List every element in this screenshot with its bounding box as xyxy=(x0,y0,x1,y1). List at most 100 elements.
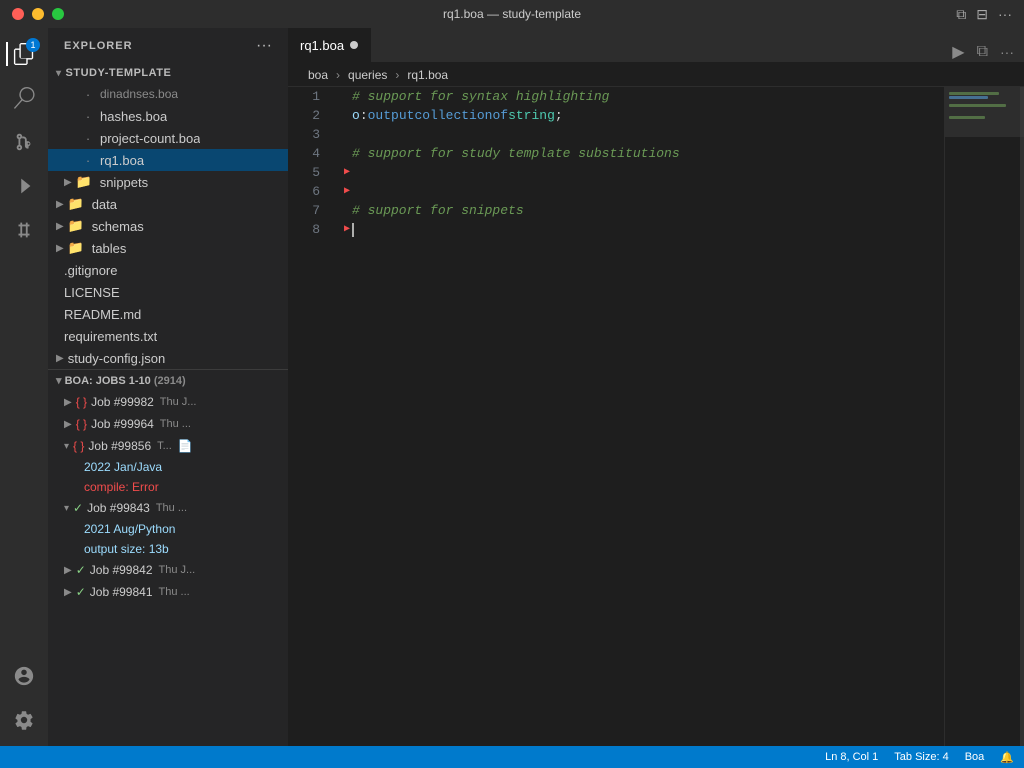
more-actions-icon[interactable]: ··· xyxy=(1000,44,1014,60)
file-label: README.md xyxy=(64,307,141,322)
status-tab-size[interactable]: Tab Size: 4 xyxy=(894,751,948,763)
job-date: T... xyxy=(157,440,172,452)
extensions-icon xyxy=(13,219,35,241)
sidebar-header-icons: ··· xyxy=(256,37,272,55)
tree-item-gitignore[interactable]: .gitignore xyxy=(48,259,288,281)
job-date: Thu J... xyxy=(159,564,196,576)
status-bell[interactable]: 🔔 xyxy=(1000,751,1014,764)
study-template-section[interactable]: ▾ STUDY-TEMPLATE xyxy=(48,63,288,83)
token-comment: # support for syntax highlighting xyxy=(352,87,609,106)
folder-icon: 📁 xyxy=(68,240,84,256)
boa-jobs-title: BOA: JOBS 1-10 xyxy=(62,375,154,387)
job-99982[interactable]: ▶ { } Job #99982 Thu J... xyxy=(48,391,288,413)
tree-item-dinadnses[interactable]: · dinadnses.boa xyxy=(48,83,288,105)
code-area[interactable]: # support for syntax highlighting o: out… xyxy=(336,87,944,746)
tree-item-project-count[interactable]: · project-count.boa xyxy=(48,127,288,149)
split-editor-icon[interactable]: ⧉ xyxy=(956,6,966,23)
tree-item-hashes[interactable]: · hashes.boa xyxy=(48,105,288,127)
tree-item-tables[interactable]: ▶ 📁 tables xyxy=(48,237,288,259)
file-label: hashes.boa xyxy=(100,109,167,124)
tree-item-study-config[interactable]: ▶ study-config.json xyxy=(48,347,288,369)
folder-chevron: ▶ xyxy=(64,177,72,188)
activity-bar: 1 xyxy=(0,28,48,746)
mini-line-2 xyxy=(949,96,988,99)
gutter-1 xyxy=(344,87,352,106)
job-label: Job #99982 xyxy=(91,395,154,409)
job-99964[interactable]: ▶ { } Job #99964 Thu ... xyxy=(48,413,288,435)
new-file-icon[interactable]: ··· xyxy=(256,37,272,55)
activity-run-debug[interactable] xyxy=(6,168,42,204)
code-line-4: # support for study template substitutio… xyxy=(336,144,944,163)
folder-label: schemas xyxy=(92,219,144,234)
tree-item-rq1[interactable]: · rq1.boa xyxy=(48,149,288,171)
minimap xyxy=(944,87,1024,746)
activity-explorer[interactable]: 1 xyxy=(6,36,42,72)
boa-jobs-section: ▾ BOA: JOBS 1-10 (2914) ▶ { } Job #99982… xyxy=(48,369,288,603)
mini-line-8 xyxy=(949,120,1020,123)
activity-source-control[interactable] xyxy=(6,124,42,160)
breadcrumb-queries[interactable]: queries xyxy=(348,68,387,82)
token-comment: # support for snippets xyxy=(352,201,524,220)
source-control-icon xyxy=(13,131,35,153)
settings-icon xyxy=(13,709,35,731)
tab-rq1-boa[interactable]: rq1.boa xyxy=(288,28,371,62)
job-status-icon: ✓ xyxy=(76,585,86,599)
code-line-6: ▶ xyxy=(336,182,944,201)
job-date: Thu ... xyxy=(159,586,190,598)
job-99843[interactable]: ▾ ✓ Job #99843 Thu ... xyxy=(48,497,288,519)
token-kw3: of xyxy=(492,106,508,125)
breadcrumb-file[interactable]: rq1.boa xyxy=(407,68,448,82)
split-editor-icon[interactable]: ⧉ xyxy=(977,43,988,61)
run-icon[interactable]: ▶ xyxy=(952,42,964,62)
status-language[interactable]: Boa xyxy=(965,751,985,763)
job-status-icon: { } xyxy=(76,395,87,409)
mini-line-1 xyxy=(949,92,999,95)
main-layout: 1 xyxy=(0,28,1024,746)
job-date: Thu ... xyxy=(160,418,191,430)
tree-item-requirements[interactable]: requirements.txt xyxy=(48,325,288,347)
tree-item-snippets[interactable]: ▶ 📁 snippets xyxy=(48,171,288,193)
maximize-button[interactable] xyxy=(52,8,64,20)
file-label: requirements.txt xyxy=(64,329,157,344)
code-line-1: # support for syntax highlighting xyxy=(336,87,944,106)
token-kw2: collection xyxy=(414,106,492,125)
explorer-title: EXPLORER xyxy=(64,40,133,52)
status-right: Ln 8, Col 1 Tab Size: 4 Boa 🔔 xyxy=(825,751,1014,764)
job-99856[interactable]: ▾ { } Job #99856 T... 📄 xyxy=(48,435,288,457)
tree-item-data[interactable]: ▶ 📁 data xyxy=(48,193,288,215)
editor-content: 1 2 3 4 5 6 7 8 # support for syntax hig… xyxy=(288,87,1024,746)
job-label: Job #99843 xyxy=(87,501,150,515)
tree-item-schemas[interactable]: ▶ 📁 schemas xyxy=(48,215,288,237)
job-99841[interactable]: ▶ ✓ Job #99841 Thu ... xyxy=(48,581,288,603)
file-label: dinadnses.boa xyxy=(100,87,178,101)
activity-settings[interactable] xyxy=(6,702,42,738)
gutter-2 xyxy=(344,106,352,125)
folder-label: tables xyxy=(92,241,127,256)
folder-icon: 📁 xyxy=(68,218,84,234)
more-actions-icon[interactable]: ··· xyxy=(998,6,1012,22)
boa-jobs-header[interactable]: ▾ BOA: JOBS 1-10 (2914) xyxy=(48,370,288,391)
activity-account[interactable] xyxy=(6,658,42,694)
breadcrumb-boa[interactable]: boa xyxy=(308,68,328,82)
gutter-5: ▶ xyxy=(344,163,352,182)
tab-dirty-indicator xyxy=(350,41,358,49)
tree-item-readme[interactable]: README.md xyxy=(48,303,288,325)
tree-item-license[interactable]: LICENSE xyxy=(48,281,288,303)
job-99843-sub2: output size: 13b xyxy=(48,539,288,559)
job-label: Job #99842 xyxy=(90,563,153,577)
title-bar: rq1.boa — study-template ⧉ ⊟ ··· xyxy=(0,0,1024,28)
job-chevron: ▶ xyxy=(64,419,72,430)
file-label: LICENSE xyxy=(64,285,120,300)
activity-extensions[interactable] xyxy=(6,212,42,248)
title-right-icons: ⧉ ⊟ ··· xyxy=(956,6,1012,23)
folder-chevron: ▶ xyxy=(56,221,64,232)
token-var: o xyxy=(352,106,360,125)
minimize-button[interactable] xyxy=(32,8,44,20)
activity-search[interactable] xyxy=(6,80,42,116)
layout-icon[interactable]: ⊟ xyxy=(976,6,988,23)
explorer-badge: 1 xyxy=(26,38,40,52)
file-label: project-count.boa xyxy=(100,131,200,146)
job-99842[interactable]: ▶ ✓ Job #99842 Thu J... xyxy=(48,559,288,581)
status-position[interactable]: Ln 8, Col 1 xyxy=(825,751,878,763)
close-button[interactable] xyxy=(12,8,24,20)
